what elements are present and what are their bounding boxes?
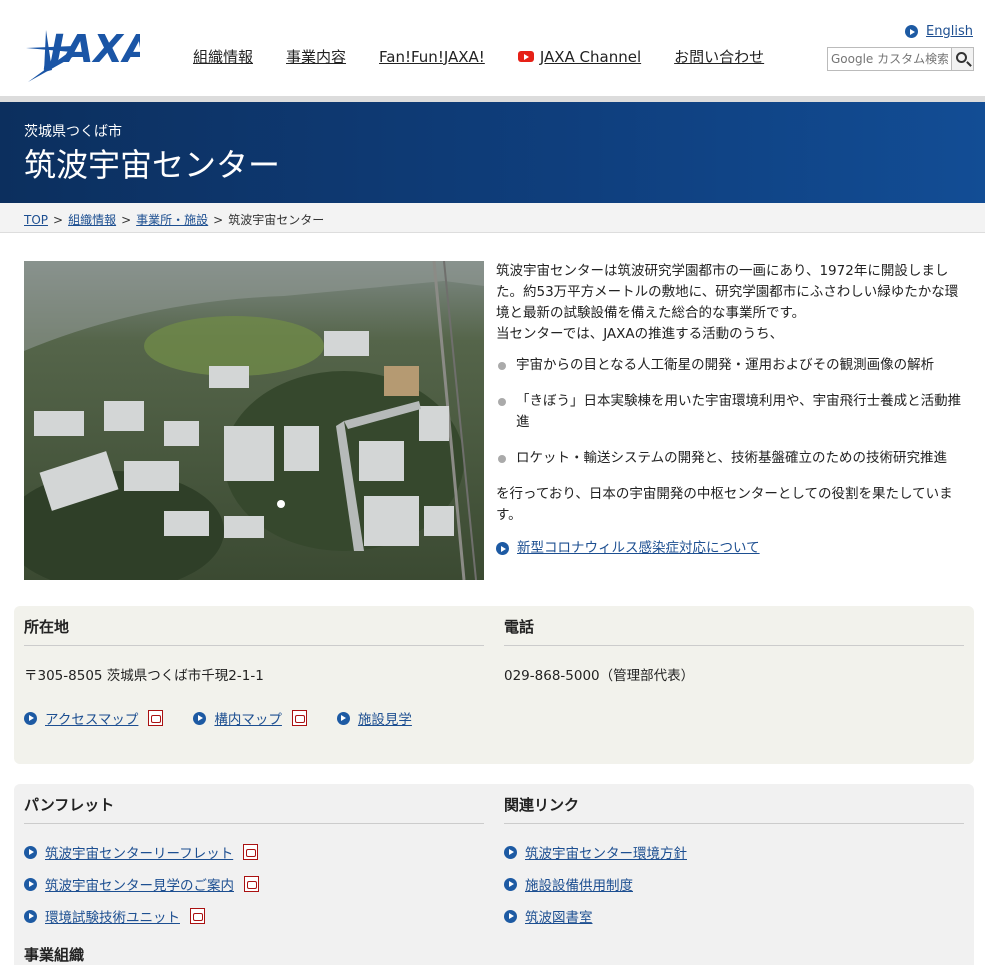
- activity-list: 宇宙からの目となる人工衛星の開発・運用およびその観測画像の解析 「きぼう」日本実…: [496, 355, 970, 469]
- arrow-circle-icon: [905, 25, 919, 38]
- pamphlet-section: パンフレット 筑波宇宙センターリーフレット 筑波宇宙センター見学のご案内 環境試…: [24, 784, 484, 932]
- main-nav: 組織情報 事業内容 Fan!Fun!JAXA! JAXA Channel お問い…: [193, 46, 797, 67]
- arrow-circle-icon: [336, 711, 350, 725]
- library-link[interactable]: 筑波図書室: [525, 906, 593, 926]
- pamphlet-tour-guide-link[interactable]: 筑波宇宙センター見学のご案内: [45, 874, 234, 894]
- related-heading: 関連リンク: [504, 784, 964, 824]
- list-item: 宇宙からの目となる人工衛星の開発・運用およびその観測画像の解析: [496, 355, 970, 376]
- intro-text: 筑波宇宙センターは筑波研究学園都市の一画にあり、1972年に開設しました。約53…: [496, 261, 970, 559]
- related-list: 筑波宇宙センター環境方針 施設設備供用制度 筑波図書室: [504, 836, 964, 932]
- arrow-circle-icon: [24, 845, 37, 859]
- pamphlet-heading: パンフレット: [24, 784, 484, 824]
- env-policy-link[interactable]: 筑波宇宙センター環境方針: [525, 842, 687, 862]
- pdf-icon: [148, 710, 164, 726]
- access-map-link[interactable]: アクセスマップ: [45, 708, 138, 728]
- search-button[interactable]: [952, 47, 974, 71]
- site-map-link[interactable]: 構内マップ: [214, 708, 282, 728]
- page-title: 筑波宇宙センター: [24, 146, 281, 184]
- arrow-circle-icon: [496, 542, 509, 555]
- pamphlet-env-test-link[interactable]: 環境試験技術ユニット: [45, 906, 180, 926]
- nav-fanfun[interactable]: Fan!Fun!JAXA!: [379, 46, 485, 67]
- intro-paragraph-2: 当センターでは、JAXAの推進する活動のうち、: [496, 326, 784, 342]
- title-band: 茨城県つくば市 筑波宇宙センター: [0, 102, 985, 203]
- breadcrumb-facilities[interactable]: 事業所・施設: [136, 213, 208, 227]
- pdf-icon: [190, 908, 205, 924]
- list-item: ロケット・輸送システムの開発と、技術基盤確立のための技術研究推進: [496, 448, 970, 469]
- nav-business[interactable]: 事業内容: [286, 46, 346, 67]
- arrow-circle-icon: [504, 845, 517, 859]
- facility-tour-link[interactable]: 施設見学: [358, 708, 412, 728]
- breadcrumb-organization[interactable]: 組織情報: [68, 213, 116, 227]
- breadcrumb: TOP > 組織情報 > 事業所・施設 > 筑波宇宙センター: [0, 203, 985, 233]
- pamphlet-list: 筑波宇宙センターリーフレット 筑波宇宙センター見学のご案内 環境試験技術ユニット: [24, 836, 484, 932]
- list-item: 施設設備供用制度: [504, 868, 964, 900]
- jaxa-logo[interactable]: JAXA: [22, 20, 140, 88]
- covid-link[interactable]: 新型コロナウィルス感染症対応について: [517, 538, 760, 559]
- location-section: 所在地 〒305-8505 茨城県つくば市千現2-1-1 アクセスマップ 構内マ…: [24, 606, 484, 728]
- list-item: 筑波宇宙センターリーフレット: [24, 836, 484, 868]
- intro-paragraph-1: 筑波宇宙センターは筑波研究学園都市の一画にあり、1972年に開設しました。約53…: [496, 263, 959, 321]
- arrow-circle-icon: [193, 711, 207, 725]
- list-item: 「きぼう」日本実験棟を用いた宇宙環境利用や、宇宙飛行士養成と活動推進: [496, 391, 970, 433]
- list-item: 筑波図書室: [504, 900, 964, 932]
- phone-number: 029-868-5000（管理部代表）: [504, 668, 695, 684]
- covid-link-row: 新型コロナウィルス感染症対応について: [496, 538, 970, 559]
- resources-panel: パンフレット 筑波宇宙センターリーフレット 筑波宇宙センター見学のご案内 環境試…: [14, 784, 974, 965]
- location-links: アクセスマップ 構内マップ 施設見学: [24, 708, 484, 728]
- breadcrumb-current: 筑波宇宙センター: [228, 213, 325, 227]
- related-links-section: 関連リンク 筑波宇宙センター環境方針 施設設備供用制度 筑波図書室: [504, 784, 964, 932]
- pdf-icon: [243, 844, 259, 860]
- arrow-circle-icon: [24, 711, 37, 725]
- facility-tour-item: 施設見学: [336, 708, 412, 728]
- access-map-item: アクセスマップ: [24, 708, 164, 728]
- search-icon: [956, 52, 967, 63]
- breadcrumb-top[interactable]: TOP: [24, 213, 48, 227]
- organization-heading: 事業組織: [24, 946, 85, 964]
- pamphlet-leaflet-link[interactable]: 筑波宇宙センターリーフレット: [45, 842, 233, 862]
- list-item: 筑波宇宙センター見学のご案内: [24, 868, 484, 900]
- location-heading: 所在地: [24, 606, 484, 646]
- intro-paragraph-3: を行っており、日本の宇宙開発の中枢センターとしての役割を果たしています。: [496, 486, 953, 523]
- nav-jaxa-channel[interactable]: JAXA Channel: [517, 46, 641, 67]
- phone-section: 電話 029-868-5000（管理部代表）: [504, 606, 964, 684]
- aerial-photo: [24, 261, 484, 580]
- phone-heading: 電話: [504, 606, 964, 646]
- contact-panel: 所在地 〒305-8505 茨城県つくば市千現2-1-1 アクセスマップ 構内マ…: [14, 606, 974, 764]
- nav-organization[interactable]: 組織情報: [193, 46, 253, 67]
- pdf-icon: [244, 876, 259, 892]
- arrow-circle-icon: [504, 909, 517, 923]
- youtube-icon: [517, 51, 534, 62]
- arrow-circle-icon: [24, 877, 37, 891]
- nav-contact[interactable]: お問い合わせ: [674, 46, 764, 67]
- arrow-circle-icon: [24, 909, 37, 923]
- list-item: 環境試験技術ユニット: [24, 900, 484, 932]
- facility-use-link[interactable]: 施設設備供用制度: [525, 874, 633, 894]
- english-link[interactable]: English: [926, 24, 973, 39]
- pdf-icon: [291, 710, 307, 726]
- list-item: 筑波宇宙センター環境方針: [504, 836, 964, 868]
- site-header: JAXA 組織情報 事業内容 Fan!Fun!JAXA! JAXA Channe…: [0, 0, 985, 96]
- site-map-item: 構内マップ: [193, 708, 307, 728]
- logo-text: JAXA: [43, 27, 140, 71]
- arrow-circle-icon: [504, 877, 517, 891]
- page-subtitle: 茨城県つくば市: [24, 124, 122, 140]
- address-text: 〒305-8505 茨城県つくば市千現2-1-1: [24, 668, 264, 684]
- search-input[interactable]: [827, 47, 952, 71]
- language-switch: English: [905, 24, 973, 39]
- search-box: [827, 47, 974, 71]
